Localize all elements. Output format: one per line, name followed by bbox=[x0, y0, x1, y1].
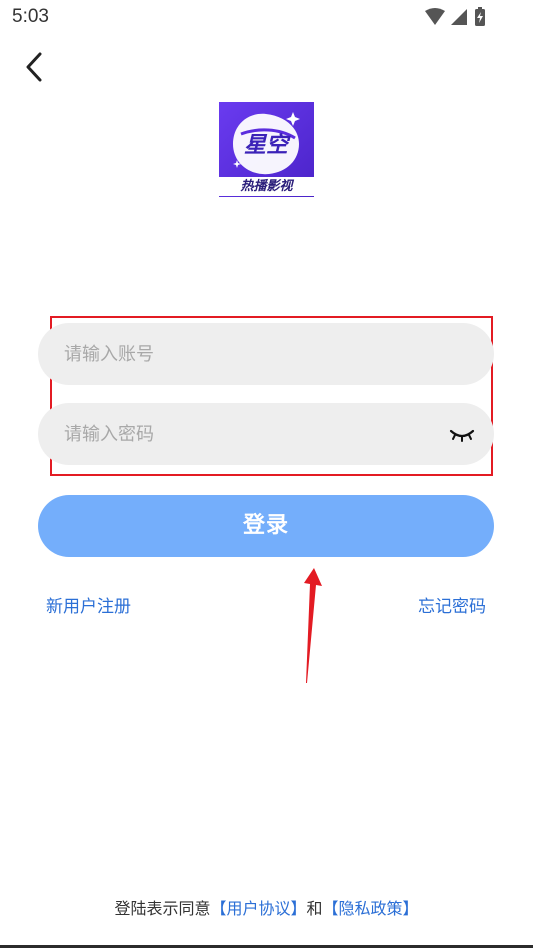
password-field[interactable] bbox=[38, 403, 494, 465]
status-time: 5:03 bbox=[12, 6, 49, 27]
eye-closed-icon bbox=[449, 429, 475, 442]
login-button[interactable]: 登录 bbox=[38, 495, 494, 557]
back-button[interactable] bbox=[18, 48, 54, 86]
status-bar: 5:03 bbox=[0, 0, 533, 36]
logo-tagline: 热播影视 bbox=[219, 177, 314, 196]
password-visibility-toggle[interactable] bbox=[448, 423, 476, 445]
privacy-policy-link[interactable]: 【隐私政策】 bbox=[323, 899, 419, 918]
user-agreement-link[interactable]: 【用户协议】 bbox=[210, 899, 306, 918]
agreement-connector: 和 bbox=[306, 899, 323, 918]
agreement-prefix: 登陆表示同意 bbox=[114, 899, 211, 918]
password-input[interactable] bbox=[62, 422, 426, 446]
back-icon bbox=[26, 52, 42, 82]
account-input[interactable] bbox=[62, 342, 426, 366]
forgot-password-link[interactable]: 忘记密码 bbox=[418, 592, 486, 617]
register-link[interactable]: 新用户注册 bbox=[46, 592, 131, 617]
battery-icon bbox=[475, 7, 485, 26]
annotation-arrow bbox=[304, 568, 322, 683]
wifi-icon bbox=[425, 8, 445, 25]
account-field[interactable] bbox=[38, 323, 494, 385]
status-icons bbox=[425, 7, 485, 26]
logo-title: 星空 bbox=[244, 132, 291, 158]
signal-icon bbox=[451, 9, 467, 25]
agreement-text: 登陆表示同意【用户协议】和【隐私政策】 bbox=[0, 895, 533, 919]
